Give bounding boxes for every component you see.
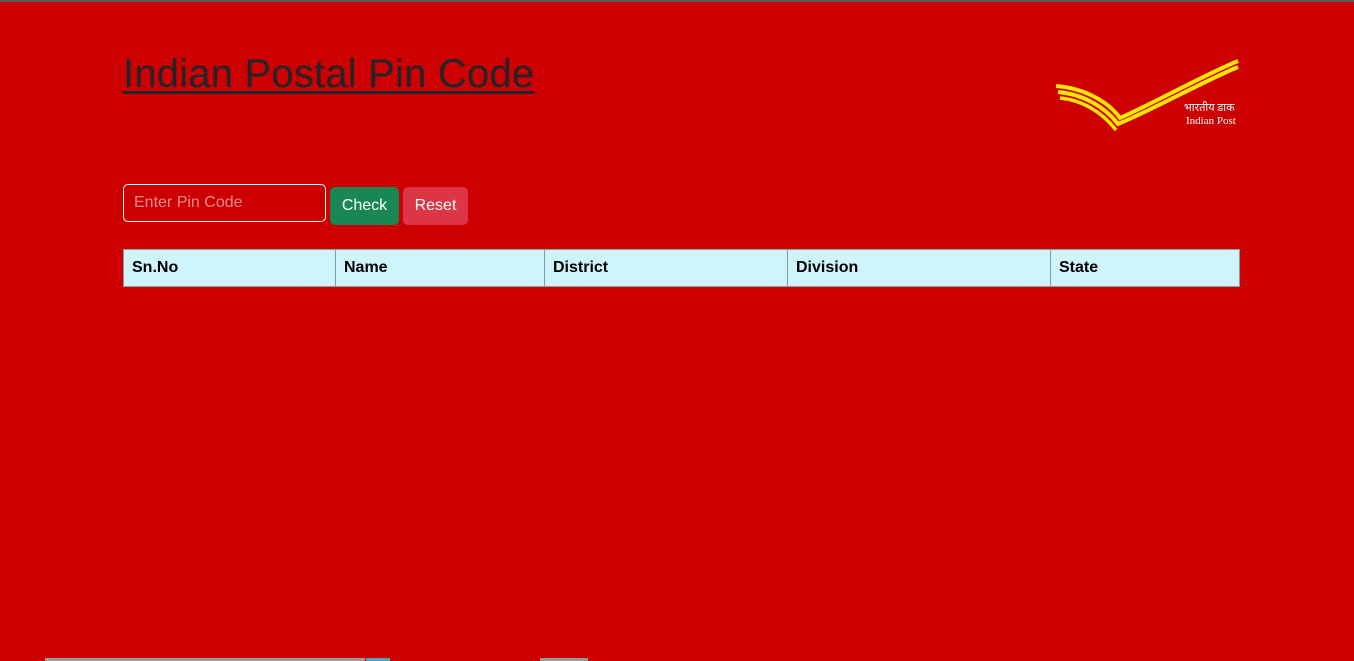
page-title: Indian Postal Pin Code <box>123 52 535 96</box>
column-header-district: District <box>544 249 788 287</box>
column-header-sn-no: Sn.No <box>123 249 336 287</box>
pin-code-input[interactable] <box>123 184 326 222</box>
window-top-border <box>0 0 1354 2</box>
check-button[interactable]: Check <box>330 187 399 225</box>
logo-hindi-text: भारतीय डाक <box>1184 102 1235 114</box>
column-header-name: Name <box>335 249 545 287</box>
reset-button[interactable]: Reset <box>403 187 468 225</box>
column-header-division: Division <box>787 249 1051 287</box>
results-table: Sn.No Name District Division State <box>123 249 1240 287</box>
logo-english-text: Indian Post <box>1186 115 1236 127</box>
table-header-row: Sn.No Name District Division State <box>123 249 1240 287</box>
column-header-state: State <box>1050 249 1240 287</box>
